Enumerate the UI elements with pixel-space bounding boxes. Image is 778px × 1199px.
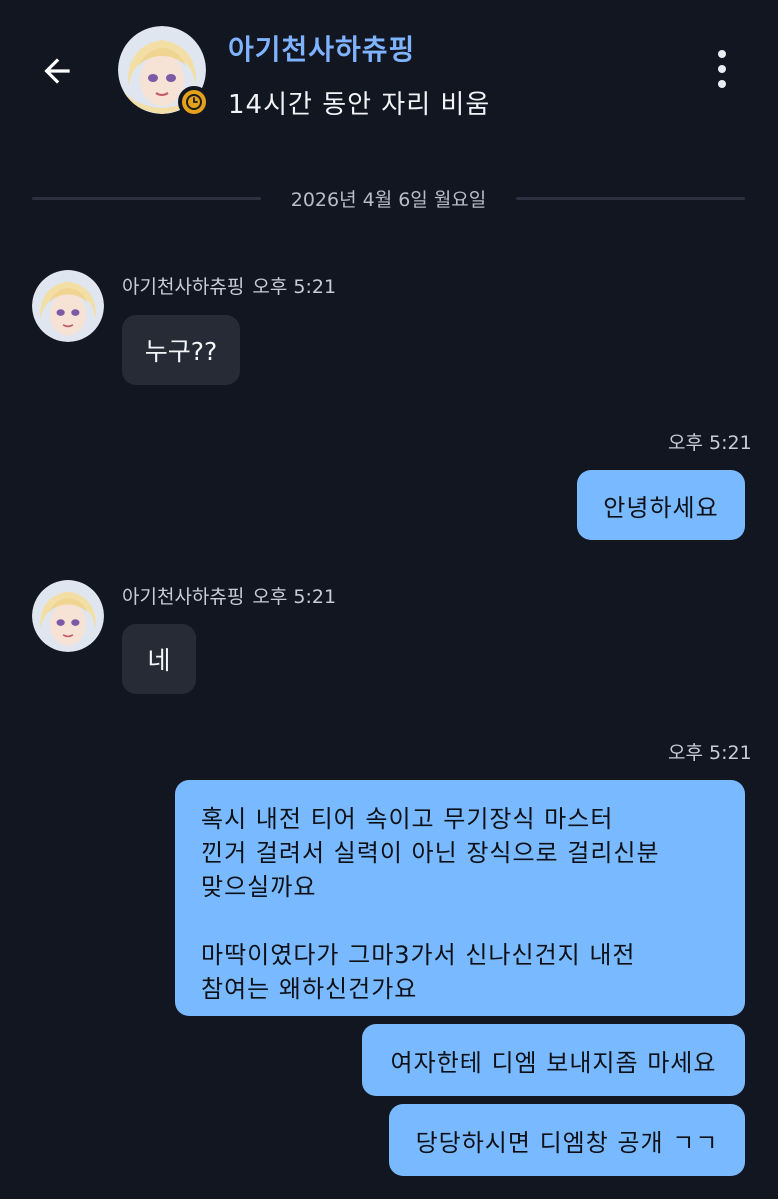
date-divider: 2026년 4월 6일 월요일 xyxy=(32,184,745,212)
more-vertical-icon xyxy=(718,50,726,58)
message-time: 오후 5:21 xyxy=(668,432,752,454)
sender-name: 아기천사하츄핑 xyxy=(122,586,245,608)
sender-name: 아기천사하츄핑 xyxy=(122,276,245,298)
message-line: 참여는 왜하신건가요 xyxy=(201,975,418,1003)
sender-avatar[interactable] xyxy=(32,270,104,342)
away-status-badge xyxy=(178,86,210,118)
chat-screen: 아기천사하츄핑 14시간 동안 자리 비움 2026년 4월 6일 월요일 아기… xyxy=(0,0,778,1199)
message-line: 마딱이였다가 그마3가서 신나신건지 내전 xyxy=(201,941,636,969)
message-line: 낀거 걸려서 실력이 아닌 장식으로 걸리신분 xyxy=(201,839,660,867)
contact-status: 14시간 동안 자리 비움 xyxy=(228,90,491,120)
chat-header: 아기천사하츄핑 14시간 동안 자리 비움 xyxy=(0,0,778,140)
message-bubble-outgoing[interactable]: 여자한테 디엠 보내지좀 마세요 xyxy=(362,1024,745,1096)
message-time: 오후 5:21 xyxy=(668,742,752,764)
back-button[interactable] xyxy=(32,46,82,96)
message-line xyxy=(201,904,719,938)
message-line: 맞으실까요 xyxy=(201,873,317,901)
message-time: 오후 5:21 xyxy=(252,276,337,298)
sender-avatar[interactable] xyxy=(32,580,104,652)
message-bubble-outgoing[interactable]: 혹시 내전 티어 속이고 무기장식 마스터 낀거 걸려서 실력이 아닌 장식으로… xyxy=(175,780,745,1016)
message-meta: 아기천사하츄핑 오후 5:21 xyxy=(122,272,336,299)
message-bubble-outgoing[interactable]: 당당하시면 디엠창 공개 ㄱㄱ xyxy=(389,1104,745,1176)
message-meta: 아기천사하츄핑 오후 5:21 xyxy=(122,582,336,609)
message-bubble-incoming[interactable]: 네 xyxy=(122,624,196,694)
message-bubble-outgoing[interactable]: 안녕하세요 xyxy=(577,470,745,540)
more-options-button[interactable] xyxy=(700,44,744,94)
contact-name[interactable]: 아기천사하츄핑 xyxy=(228,28,415,68)
date-label: 2026년 4월 6일 월요일 xyxy=(290,188,487,211)
message-line: 혹시 내전 티어 속이고 무기장식 마스터 xyxy=(201,805,614,833)
arrow-left-icon xyxy=(44,58,70,84)
message-time: 오후 5:21 xyxy=(252,586,337,608)
clock-icon xyxy=(186,94,202,110)
message-bubble-incoming[interactable]: 누구?? xyxy=(122,315,240,385)
